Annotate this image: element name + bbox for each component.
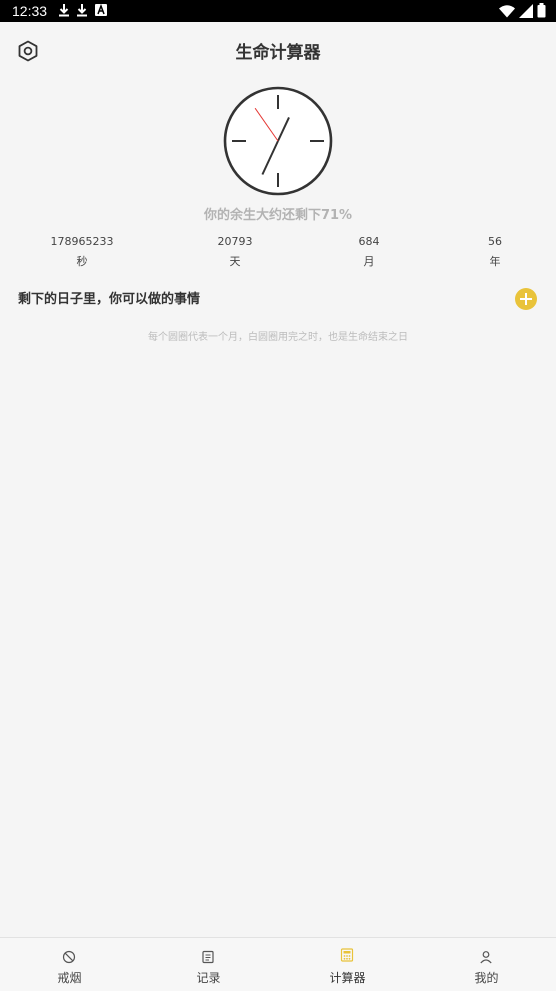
tab-label: 戒烟 — [57, 971, 82, 985]
tab-label: 计算器 — [329, 971, 366, 985]
tab-calculator[interactable]: 计算器 — [278, 938, 417, 991]
download-icon — [77, 4, 87, 17]
stat-unit: 月 — [363, 255, 375, 268]
stat-value: 178965233 — [50, 235, 114, 248]
remaining-percent-text: 你的余生大约还剩下71% — [203, 208, 353, 223]
notes-icon — [202, 950, 214, 964]
stat-value: 684 — [358, 235, 380, 248]
wifi-icon — [499, 4, 515, 17]
stat-months: 684 月 — [319, 234, 419, 270]
tab-label: 记录 — [196, 971, 221, 985]
battery-icon — [537, 3, 546, 18]
tab-quit-smoking[interactable]: 戒烟 — [0, 938, 139, 991]
stat-value: 20793 — [217, 235, 253, 248]
status-time: 12:33 — [12, 3, 48, 19]
app-header: 生命计算器 — [0, 22, 556, 78]
tab-profile[interactable]: 我的 — [417, 938, 556, 991]
section-title: 剩下的日子里，你可以做的事情 — [18, 292, 201, 307]
stat-unit: 年 — [489, 255, 501, 268]
app-notification-icon — [95, 3, 107, 16]
calculator-icon — [340, 948, 354, 962]
bottom-tab-bar: 戒烟 记录 计算器 我的 — [0, 937, 556, 991]
stat-value: 56 — [488, 235, 502, 248]
tab-label: 我的 — [474, 971, 499, 985]
hint-text: 每个圆圈代表一个月，白圆圈用完之时，也是生命结束之日 — [148, 332, 408, 343]
stat-seconds: 178965233 秒 — [32, 234, 132, 270]
system-icons — [499, 3, 546, 18]
stat-days: 20793 天 — [185, 234, 285, 270]
stat-unit: 秒 — [76, 255, 88, 268]
stat-unit: 天 — [229, 255, 241, 268]
tab-records[interactable]: 记录 — [139, 938, 278, 991]
clock-icon — [223, 86, 333, 196]
download-icon — [59, 4, 69, 17]
add-button[interactable] — [515, 288, 537, 310]
profile-icon — [480, 951, 492, 964]
page-title: 生命计算器 — [235, 43, 321, 63]
no-smoking-icon — [62, 950, 76, 964]
plus-icon — [520, 293, 532, 305]
signal-icon — [519, 3, 533, 18]
status-bar: 12:33 — [0, 0, 556, 22]
notification-icons — [58, 3, 108, 17]
stat-years: 56 年 — [445, 234, 545, 270]
